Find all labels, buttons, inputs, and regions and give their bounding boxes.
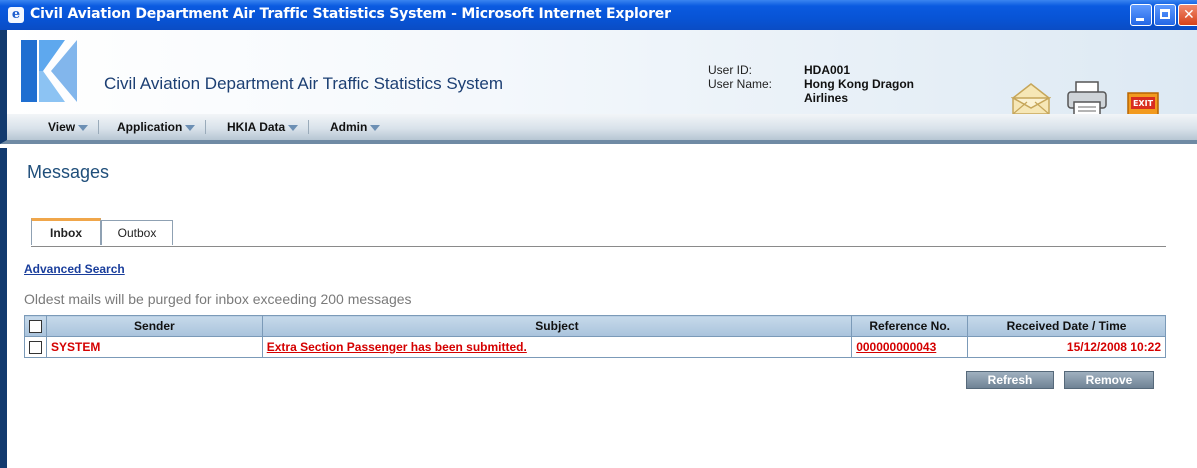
menu-view[interactable]: View — [48, 120, 100, 134]
row-checkbox[interactable] — [29, 341, 42, 355]
user-values: HDA001 Hong Kong Dragon Airlines — [804, 63, 914, 105]
user-labels: User ID: User Name: — [708, 63, 772, 91]
internet-explorer-icon: e — [8, 7, 24, 23]
row-select-cell — [24, 336, 47, 358]
app-header: Civil Aviation Department Air Traffic St… — [0, 30, 1197, 136]
row-sender: SYSTEM — [46, 336, 263, 358]
mail-icon[interactable] — [1011, 82, 1051, 116]
menu-admin[interactable]: Admin — [330, 120, 390, 134]
table-row[interactable]: SYSTEM Extra Section Passenger has been … — [24, 336, 1166, 358]
purge-notice: Oldest mails will be purged for inbox ex… — [24, 291, 412, 307]
exit-label: EXIT — [1133, 99, 1154, 108]
chevron-down-icon — [370, 124, 381, 131]
messages-table: Sender Subject Reference No. Received Da… — [24, 315, 1166, 358]
menu-hkia-data[interactable]: HKIA Data — [227, 120, 310, 134]
window-title-bar[interactable]: e Civil Aviation Department Air Traffic … — [0, 0, 1197, 30]
menu-hkia-data-label: HKIA Data — [227, 120, 286, 134]
page-title: Messages — [27, 162, 110, 182]
user-id-value: HDA001 — [804, 63, 851, 77]
user-name-value-line1: Hong Kong Dragon — [804, 77, 914, 91]
row-received: 15/12/2008 10:22 — [967, 336, 1166, 358]
close-button[interactable] — [1178, 4, 1197, 26]
remove-button[interactable]: Remove — [1064, 371, 1154, 389]
column-header-subject[interactable]: Subject — [261, 315, 853, 337]
menu-admin-label: Admin — [330, 120, 368, 134]
user-name-label: User Name: — [708, 77, 773, 91]
column-header-received[interactable]: Received Date / Time — [967, 315, 1166, 337]
logo-icon — [21, 40, 77, 102]
chevron-down-icon — [185, 124, 196, 131]
tab-inbox[interactable]: Inbox — [31, 218, 101, 245]
advanced-search-link[interactable]: Advanced Search — [24, 262, 125, 276]
minimize-button[interactable] — [1130, 4, 1152, 26]
menu-application-label: Application — [117, 120, 183, 134]
row-reference-cell: 000000000043 — [851, 336, 969, 358]
user-id-label: User ID: — [708, 63, 753, 77]
main-content: Messages Inbox Outbox Advanced Search Ol… — [0, 148, 1197, 468]
app-title: Civil Aviation Department Air Traffic St… — [104, 74, 504, 93]
row-reference-link[interactable]: 000000000043 — [856, 340, 936, 354]
menu-application[interactable]: Application — [117, 120, 207, 134]
column-header-reference[interactable]: Reference No. — [851, 315, 969, 337]
chevron-down-icon — [78, 124, 89, 131]
column-header-sender[interactable]: Sender — [46, 315, 263, 337]
row-subject-link[interactable]: Extra Section Passenger has been submitt… — [267, 340, 527, 354]
printer-icon[interactable] — [1065, 80, 1109, 118]
table-header-row: Sender Subject Reference No. Received Da… — [24, 315, 1166, 337]
select-all-checkbox[interactable] — [29, 320, 42, 334]
window-title: Civil Aviation Department Air Traffic St… — [30, 6, 671, 22]
menu-view-label: View — [48, 120, 76, 134]
select-all-cell — [24, 315, 47, 337]
row-subject-cell: Extra Section Passenger has been submitt… — [261, 336, 853, 358]
tab-outbox[interactable]: Outbox — [101, 220, 173, 245]
menu-bar: View Application HKIA Data Admin — [0, 114, 1197, 144]
tab-divider — [31, 246, 1166, 247]
chevron-down-icon — [288, 124, 299, 131]
refresh-button[interactable]: Refresh — [966, 371, 1054, 389]
user-name-value-line2: Airlines — [804, 91, 849, 105]
maximize-button[interactable] — [1154, 4, 1176, 26]
